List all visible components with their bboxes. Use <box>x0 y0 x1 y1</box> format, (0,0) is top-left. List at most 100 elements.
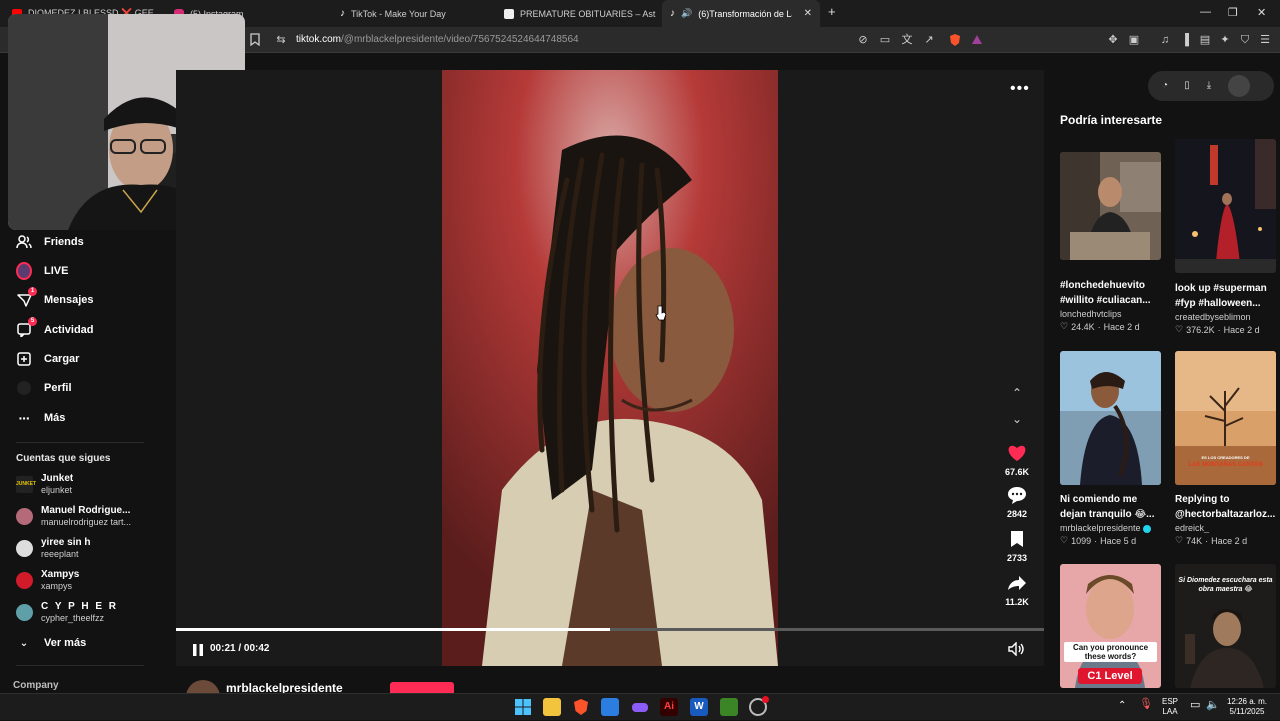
recommended-video-card[interactable]: look up #superman #fyp #halloween... cre… <box>1175 139 1276 335</box>
sidebar-item-activity[interactable]: 5 Actividad <box>16 317 94 340</box>
following-account[interactable]: C Y P H E Rcypher_theelfzz <box>16 601 118 624</box>
company-link[interactable]: Company <box>13 680 59 691</box>
brave-rewards-icon[interactable] <box>970 33 984 47</box>
screenshot-icon[interactable]: ▣ <box>1127 33 1141 47</box>
cast-icon[interactable]: ▭ <box>878 33 892 47</box>
avatar: JUNKET <box>16 476 36 493</box>
profile-icon <box>16 380 32 396</box>
microsoft-store-icon[interactable] <box>601 698 619 716</box>
extensions-icon[interactable]: ✥ <box>1106 33 1120 47</box>
sidebar-item-more[interactable]: ··· Más <box>16 408 66 428</box>
file-explorer-icon[interactable] <box>543 698 561 716</box>
author-avatar[interactable] <box>186 680 220 693</box>
save-button[interactable]: 2733 <box>998 528 1036 563</box>
sidebar-item-friends[interactable]: Friends <box>16 232 84 252</box>
divider <box>16 442 144 443</box>
microphone-icon[interactable]: 🎙 <box>1139 699 1153 710</box>
recommended-video-card[interactable]: Ni comiendo me dejan tranquilo 😂... mrbl… <box>1060 351 1161 546</box>
recommendations-title: Podría interesarte <box>1060 113 1163 127</box>
recommended-video-card[interactable]: #lonchedehuevito #willito #culiacan... l… <box>1060 152 1161 332</box>
thumbnail-overlay-question: Can you pronounce these words? <box>1064 642 1157 662</box>
share-button[interactable]: 11.2K <box>998 572 1036 607</box>
close-window-icon[interactable]: ✕ <box>1257 6 1266 19</box>
next-video-icon[interactable]: ⌄ <box>1008 412 1026 430</box>
tab-label: PREMATURE OBITUARIES – Astromin... <box>520 8 656 19</box>
share-icon[interactable]: ↗ <box>922 33 936 47</box>
menu-icon[interactable]: ☰ <box>1258 33 1272 47</box>
speaker-icon[interactable]: 🔈 <box>1206 700 1220 711</box>
previous-video-icon[interactable]: ⌃ <box>1008 386 1026 404</box>
network-icon[interactable]: ▭ <box>1190 700 1200 711</box>
new-tab-button[interactable]: + <box>828 4 836 19</box>
tiktok-icon: ♪ <box>340 8 345 19</box>
windows-start-icon[interactable] <box>514 698 532 716</box>
float-player-icon[interactable]: ◔ <box>1158 79 1172 93</box>
url-field[interactable]: tiktok.com/@mrblackelpresidente/video/75… <box>296 34 579 45</box>
thumbnail-overlay-title: LAS MONTAÑAS CANTAN <box>1188 462 1263 468</box>
brave-shields-icon[interactable] <box>948 33 962 47</box>
upload-icon <box>16 351 32 367</box>
device-icon[interactable]: ▯ <box>1180 79 1194 93</box>
translate-icon[interactable]: 文 <box>900 33 914 47</box>
friends-icon <box>16 234 32 250</box>
sidebar-item-profile[interactable]: Perfil <box>16 378 72 398</box>
minecraft-icon[interactable] <box>720 698 738 716</box>
comment-button[interactable]: 2842 <box>998 484 1036 519</box>
sidebar-icon[interactable]: ▐ <box>1178 33 1192 47</box>
user-avatar-icon[interactable] <box>1228 75 1250 97</box>
tab-premature-obituaries[interactable]: PREMATURE OBITUARIES – Astromin... <box>496 0 656 27</box>
recommended-video-card[interactable]: Can you pronounce these words? C1 Level <box>1060 564 1161 688</box>
game-controller-icon[interactable] <box>631 698 649 716</box>
bookmark-icon[interactable] <box>248 33 262 47</box>
following-title: Cuentas que sigues <box>16 453 111 464</box>
url-host: tiktok.com <box>296 34 342 45</box>
tray-chevron-icon[interactable]: ⌃ <box>1118 701 1126 711</box>
see-more-button[interactable]: ⌄ Ver más <box>16 633 86 653</box>
tab-tiktok[interactable]: ♪ TikTok - Make Your Day <box>332 0 492 27</box>
download-icon[interactable]: ⤓ <box>1202 79 1216 93</box>
sidebar-item-label: Mensajes <box>44 294 94 306</box>
tab-active-tiktok-video[interactable]: ♪ 🔊 (6)Transformación de La Bich ✕ <box>662 0 820 27</box>
obs-icon[interactable] <box>749 696 769 716</box>
language-layout: LAA <box>1162 707 1178 716</box>
author-name[interactable]: mrblackelpresidente <box>226 681 343 693</box>
follow-button[interactable] <box>390 682 454 693</box>
video-thumbnail <box>1060 351 1161 485</box>
language-indicator[interactable]: ESP LAA <box>1162 697 1178 717</box>
adobe-illustrator-icon[interactable]: Ai <box>660 698 678 716</box>
sidebar-item-upload[interactable]: Cargar <box>16 349 79 369</box>
following-account[interactable]: Xampys xampys <box>16 569 79 592</box>
close-tab-icon[interactable]: ✕ <box>804 8 812 19</box>
more-options-icon[interactable]: ••• <box>1010 80 1030 98</box>
clock[interactable]: 12:26 a. m. 5/11/2025 <box>1224 697 1270 717</box>
brave-browser-icon[interactable] <box>572 698 590 716</box>
site-settings-icon[interactable]: ⇆ <box>274 33 288 47</box>
sidebar-item-messages[interactable]: 1 Mensajes <box>16 287 94 310</box>
minimize-icon[interactable]: — <box>1200 6 1211 18</box>
music-icon[interactable]: ♫ <box>1158 33 1172 47</box>
no-camera-icon[interactable]: ⊘ <box>856 33 870 47</box>
like-count: 376.2K <box>1186 324 1215 335</box>
leo-ai-icon[interactable]: ✦ <box>1218 33 1232 47</box>
wallet-icon[interactable]: ▤ <box>1198 33 1212 47</box>
video-age: Hace 5 d <box>1100 535 1137 546</box>
recommended-video-card[interactable]: ES LOS CREADORES DE LAS MONTAÑAS CANTAN … <box>1175 351 1276 546</box>
following-account[interactable]: JUNKET Junket eljunket <box>16 473 73 496</box>
pause-icon[interactable] <box>192 643 204 656</box>
messages-icon: 1 <box>16 287 37 308</box>
restore-icon[interactable]: ❐ <box>1228 6 1238 19</box>
microsoft-word-icon[interactable]: W <box>690 698 708 716</box>
volume-icon[interactable] <box>1008 641 1024 657</box>
recommended-video-card[interactable]: Si Diomedez escuchara esta obra maestra … <box>1175 564 1276 688</box>
vpn-shield-icon[interactable]: ⛉ <box>1238 33 1252 47</box>
video-player[interactable]: ••• ⌃ ⌄ 67.6K 2842 2733 11.2K 00:21 / 00… <box>176 70 1044 666</box>
progress-fill <box>176 628 610 631</box>
progress-bar[interactable] <box>176 628 1044 631</box>
video-frame[interactable] <box>442 70 778 666</box>
following-account[interactable]: yiree sin h reeeplant <box>16 537 90 560</box>
sidebar-item-live[interactable]: LIVE <box>16 261 68 281</box>
video-thumbnail <box>1060 152 1161 260</box>
like-button[interactable]: 67.6K <box>998 442 1036 477</box>
following-account[interactable]: Manuel Rodrigue... manuelrodriguez tart..… <box>16 505 131 528</box>
heart-icon <box>998 442 1036 464</box>
